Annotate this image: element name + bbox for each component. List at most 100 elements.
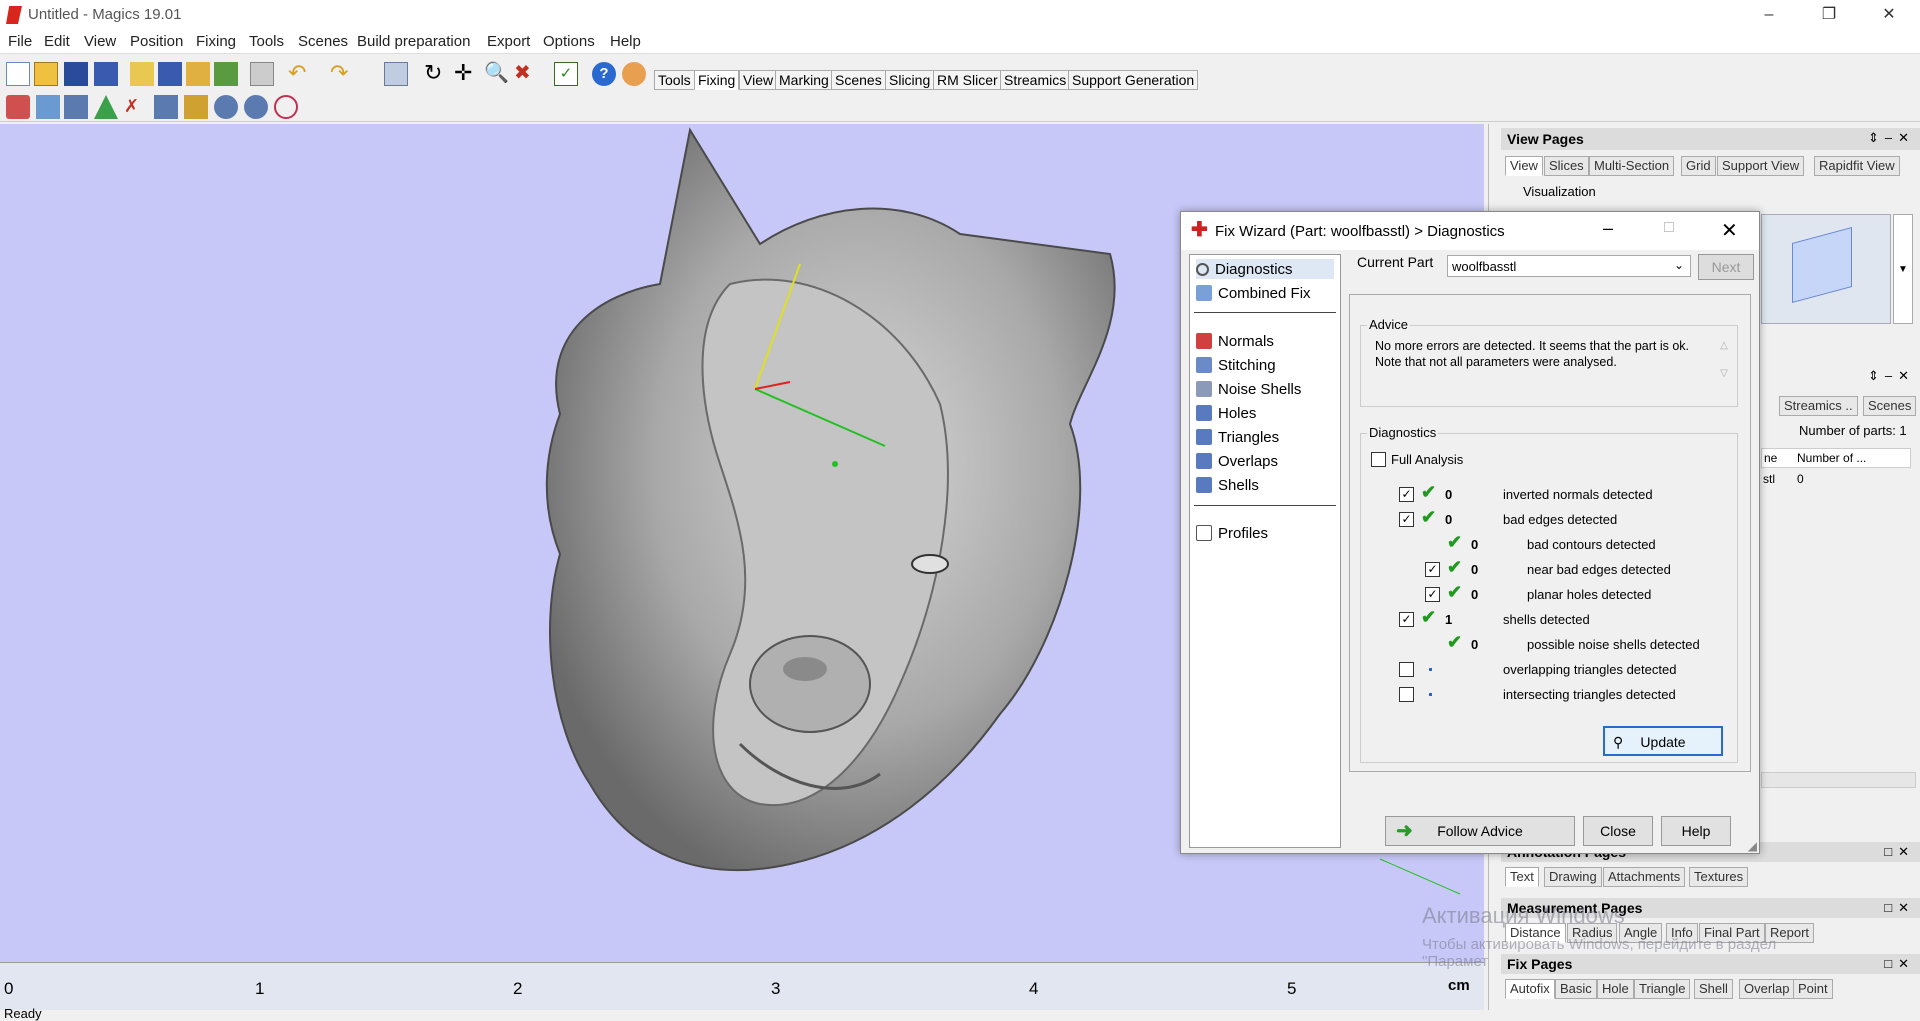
load-part-icon[interactable] bbox=[186, 62, 210, 86]
bad-edges-checkbox[interactable]: ✓ bbox=[1399, 512, 1414, 527]
tab-triangle[interactable]: Triangle bbox=[1634, 979, 1691, 999]
menu-build-preparation[interactable]: Build preparation bbox=[357, 33, 470, 50]
menu-edit[interactable]: Edit bbox=[44, 33, 70, 50]
tab-hole[interactable]: Hole bbox=[1597, 979, 1634, 999]
checklist-icon[interactable]: ✓ bbox=[554, 62, 578, 86]
nav-holes[interactable]: Holes bbox=[1196, 403, 1256, 423]
tab-grid[interactable]: Grid bbox=[1681, 156, 1716, 176]
nav-triangles[interactable]: Triangles bbox=[1196, 427, 1279, 447]
measurement-controls-icon[interactable]: □✕ bbox=[1884, 900, 1915, 916]
panel-controls-icon[interactable]: ⇕–✕ bbox=[1868, 130, 1915, 146]
triangle-icon[interactable] bbox=[94, 95, 118, 119]
tab-attachments[interactable]: Attachments bbox=[1603, 867, 1686, 887]
menu-tools[interactable]: Tools bbox=[249, 33, 284, 50]
part-row-name[interactable]: stl bbox=[1763, 472, 1775, 486]
hollow-icon[interactable] bbox=[244, 95, 268, 119]
delete-triangles-icon[interactable]: ✗ bbox=[124, 95, 148, 119]
fill-holes-icon[interactable] bbox=[154, 95, 178, 119]
dialog-close-icon[interactable]: ✕ bbox=[1721, 218, 1738, 243]
nav-combined-fix[interactable]: Combined Fix bbox=[1196, 283, 1311, 303]
next-button[interactable]: Next bbox=[1698, 254, 1754, 280]
unload-part-icon[interactable] bbox=[214, 62, 238, 86]
update-button[interactable]: ⚲ Update bbox=[1603, 726, 1723, 756]
col-number[interactable]: Number of ... bbox=[1797, 451, 1866, 465]
tab-view[interactable]: View bbox=[1505, 156, 1543, 176]
redo-icon[interactable]: ↷ bbox=[330, 62, 354, 86]
zoom-fit-icon[interactable]: ✖ bbox=[514, 62, 538, 86]
tab-basic[interactable]: Basic bbox=[1555, 979, 1597, 999]
tab-shell[interactable]: Shell bbox=[1694, 979, 1733, 999]
context-help-icon[interactable] bbox=[622, 62, 646, 86]
menu-options[interactable]: Options bbox=[543, 33, 595, 50]
current-part-select[interactable]: woolfbasstl ⌄ bbox=[1447, 255, 1691, 277]
menu-view[interactable]: View bbox=[84, 33, 116, 50]
tab-view[interactable]: View bbox=[739, 70, 778, 90]
overlapping-triangles-checkbox[interactable] bbox=[1399, 662, 1414, 677]
import-part-icon[interactable] bbox=[130, 62, 154, 86]
tab-scenes[interactable]: Scenes bbox=[1863, 396, 1917, 416]
dialog-title-bar[interactable]: ✚ Fix Wizard (Part: woolfbasstl) > Diagn… bbox=[1181, 212, 1759, 250]
tab-textures[interactable]: Textures bbox=[1689, 867, 1749, 887]
tab-streamics[interactable]: Streamics .. bbox=[1779, 396, 1858, 416]
tab-autofix[interactable]: Autofix bbox=[1505, 979, 1555, 999]
pan-icon[interactable]: ✛ bbox=[454, 62, 478, 86]
tab-overlap[interactable]: Overlap bbox=[1739, 979, 1795, 999]
view-dropdown-icon[interactable]: ▼ bbox=[1893, 214, 1913, 324]
rotate-icon[interactable]: ↻ bbox=[424, 62, 448, 86]
fix-wizard-icon[interactable] bbox=[6, 95, 30, 119]
annotation-controls-icon[interactable]: □✕ bbox=[1884, 844, 1915, 860]
stitch-icon[interactable] bbox=[64, 95, 88, 119]
new-file-icon[interactable] bbox=[6, 62, 30, 86]
nav-overlaps[interactable]: Overlaps bbox=[1196, 451, 1278, 471]
menu-export[interactable]: Export bbox=[487, 33, 530, 50]
boolean-icon[interactable] bbox=[274, 95, 298, 119]
near-bad-edges-checkbox[interactable]: ✓ bbox=[1425, 562, 1440, 577]
minimize-button[interactable]: – bbox=[1746, 0, 1792, 30]
print-icon[interactable] bbox=[250, 62, 274, 86]
help-button[interactable]: Help bbox=[1661, 816, 1731, 846]
menu-fixing[interactable]: Fixing bbox=[196, 33, 236, 50]
parts-panel-controls-icon[interactable]: ⇕–✕ bbox=[1759, 368, 1920, 388]
sphere-icon[interactable] bbox=[214, 95, 238, 119]
tab-streamics[interactable]: Streamics bbox=[1000, 70, 1071, 90]
full-analysis-checkbox[interactable] bbox=[1371, 452, 1386, 467]
nav-profiles[interactable]: Profiles bbox=[1196, 523, 1268, 543]
save-icon[interactable] bbox=[64, 62, 88, 86]
col-name[interactable]: ne bbox=[1764, 451, 1777, 465]
zoom-icon[interactable]: 🔍 bbox=[484, 62, 509, 86]
open-folder-icon[interactable] bbox=[34, 62, 58, 86]
restore-button[interactable]: ❐ bbox=[1806, 0, 1852, 30]
tab-support-view[interactable]: Support View bbox=[1717, 156, 1805, 176]
tab-text[interactable]: Text bbox=[1505, 867, 1539, 887]
nav-diagnostics[interactable]: Diagnostics bbox=[1196, 259, 1334, 279]
follow-advice-button[interactable]: ➜ Follow Advice bbox=[1385, 816, 1575, 846]
shells-checkbox[interactable]: ✓ bbox=[1399, 612, 1414, 627]
undo-icon[interactable]: ↶ bbox=[288, 62, 312, 86]
nav-shells[interactable]: Shells bbox=[1196, 475, 1259, 495]
tab-scenes[interactable]: Scenes bbox=[831, 70, 886, 90]
tab-slices[interactable]: Slices bbox=[1544, 156, 1589, 176]
menu-position[interactable]: Position bbox=[130, 33, 183, 50]
nav-normals[interactable]: Normals bbox=[1196, 331, 1274, 351]
save-as-icon[interactable] bbox=[94, 62, 118, 86]
nav-noise-shells[interactable]: Noise Shells bbox=[1196, 379, 1301, 399]
tab-support-generation[interactable]: Support Generation bbox=[1068, 70, 1199, 90]
select-icon[interactable] bbox=[384, 62, 408, 86]
inverted-normals-checkbox[interactable]: ✓ bbox=[1399, 487, 1414, 502]
save-part-icon[interactable] bbox=[158, 62, 182, 86]
shells-icon[interactable] bbox=[184, 95, 208, 119]
close-window-button[interactable]: ✕ bbox=[1866, 0, 1912, 30]
tab-rm-slicer[interactable]: RM Slicer bbox=[933, 70, 1002, 90]
tab-multi-section[interactable]: Multi-Section bbox=[1589, 156, 1675, 176]
tab-point[interactable]: Point bbox=[1793, 979, 1833, 999]
tab-tools[interactable]: Tools bbox=[654, 70, 695, 90]
parts-scrollbar[interactable] bbox=[1761, 772, 1916, 788]
menu-file[interactable]: File bbox=[8, 33, 32, 50]
menu-help[interactable]: Help bbox=[610, 33, 641, 50]
tab-marking[interactable]: Marking bbox=[775, 70, 833, 90]
resize-grip-icon[interactable]: ◢ bbox=[1748, 839, 1757, 853]
tab-rapidfit-view[interactable]: Rapidfit View bbox=[1814, 156, 1900, 176]
help-icon[interactable]: ? bbox=[592, 62, 616, 86]
nav-stitching[interactable]: Stitching bbox=[1196, 355, 1276, 375]
view-cube-icon[interactable] bbox=[1761, 214, 1891, 324]
